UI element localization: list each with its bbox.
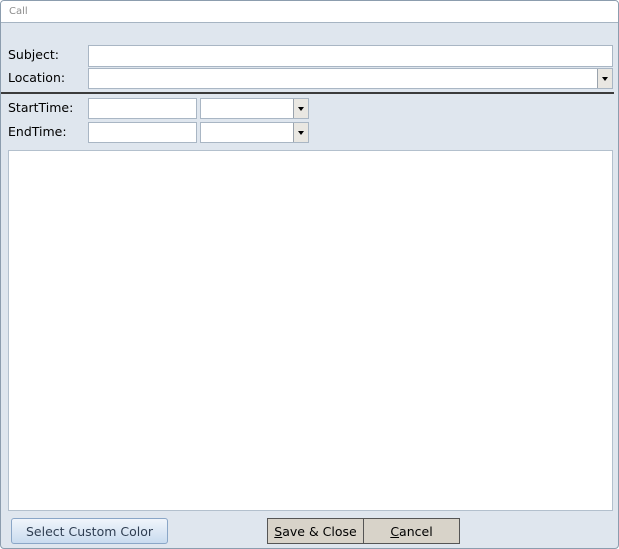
cancel-button[interactable]: Cancel [363,518,460,544]
location-dropdown-button[interactable] [597,69,612,88]
cancel-label: ancel [399,523,433,539]
window-title: Call [9,6,28,17]
start-date-input[interactable] [88,98,197,119]
save-close-button[interactable]: Save & Close [267,518,364,544]
end-date-input[interactable] [88,122,197,143]
chevron-down-icon [298,106,304,111]
start-time-label: StartTime: [8,100,74,115]
location-combo[interactable] [88,68,613,89]
end-time-dropdown-button[interactable] [293,123,308,142]
end-time-label: EndTime: [8,124,67,139]
title-bar: Call [1,1,618,23]
select-custom-color-button[interactable]: Select Custom Color [11,518,168,544]
save-close-mnemonic: S [274,523,283,539]
call-dialog: Call Subject: Location: StartTime: EndTi… [0,0,619,549]
start-time-dropdown-button[interactable] [293,99,308,118]
end-time-combo[interactable] [200,122,309,143]
save-close-label: ave & Close [282,523,357,539]
subject-label: Subject: [8,47,59,62]
chevron-down-icon [298,130,304,135]
start-time-combo[interactable] [200,98,309,119]
location-label: Location: [8,70,66,85]
subject-input[interactable] [88,45,613,67]
chevron-down-icon [602,76,608,81]
cancel-mnemonic: C [390,523,400,539]
section-divider [1,92,614,94]
notes-textarea[interactable] [8,150,613,511]
